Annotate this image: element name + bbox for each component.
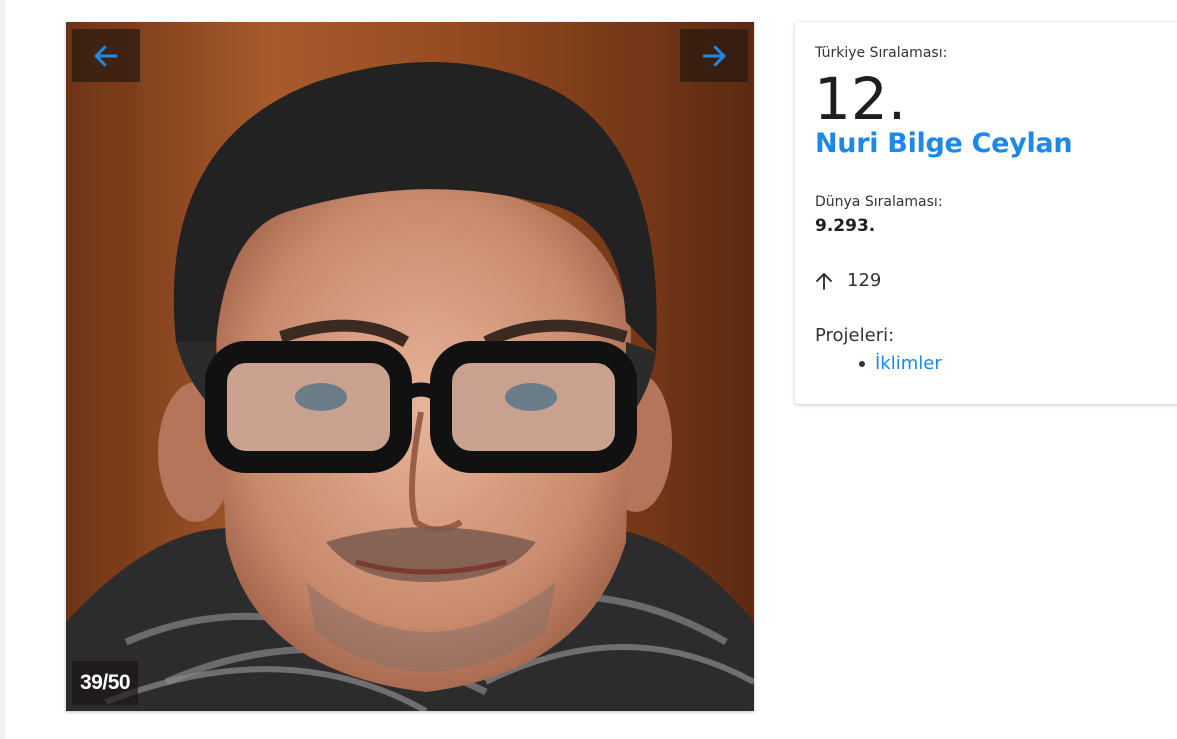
arrow-up-icon bbox=[816, 272, 832, 290]
projects-list: İklimler bbox=[859, 353, 942, 374]
person-name-link[interactable]: Nuri Bilge Ceylan bbox=[815, 128, 1073, 159]
projects-label: Projeleri: bbox=[815, 325, 895, 346]
bullet-icon bbox=[859, 360, 865, 367]
ranking-card: Türkiye Sıralaması: 12. Nuri Bilge Ceyla… bbox=[795, 22, 1177, 404]
arrow-left-icon bbox=[94, 45, 118, 66]
turkey-rank-label: Türkiye Sıralaması: bbox=[815, 45, 948, 61]
world-rank-label: Dünya Sıralaması: bbox=[815, 194, 943, 210]
arrow-right-icon bbox=[702, 45, 726, 66]
page-left-edge bbox=[0, 0, 5, 739]
previous-photo-button[interactable] bbox=[72, 29, 140, 82]
rank-change-value: 129 bbox=[847, 270, 882, 291]
portrait-image bbox=[66, 22, 754, 711]
world-rank-value: 9.293. bbox=[815, 216, 876, 236]
person-photo: 39/50 bbox=[66, 22, 754, 711]
turkey-rank-value: 12. bbox=[814, 65, 907, 133]
list-item: İklimler bbox=[859, 353, 942, 374]
next-photo-button[interactable] bbox=[680, 29, 748, 82]
photo-counter: 39/50 bbox=[72, 661, 139, 705]
project-link[interactable]: İklimler bbox=[875, 353, 942, 374]
rank-change: 129 bbox=[815, 270, 881, 291]
